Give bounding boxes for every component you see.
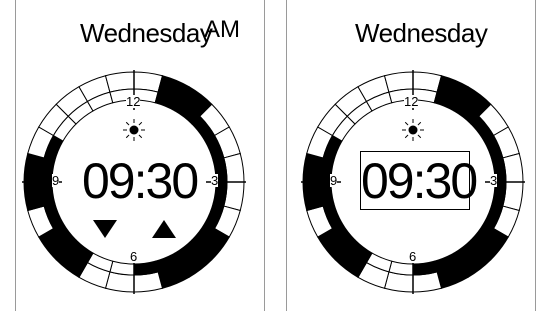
- dial-label-6: 6: [130, 249, 138, 264]
- schedule-panel-right: Wednesday 12 3 6 9 09:30: [286, 0, 536, 311]
- dial-label-9: 9: [330, 173, 338, 188]
- time-display[interactable]: 09:30: [361, 156, 478, 206]
- time-display: 09:30: [82, 153, 199, 209]
- dial-label-12: 12: [126, 94, 141, 109]
- decrement-arrow-icon[interactable]: [93, 220, 117, 238]
- dial-label-9: 9: [52, 173, 60, 188]
- inner-segment-11[interactable]: [412, 260, 438, 276]
- dial-label-3: 3: [490, 173, 498, 188]
- inner-segment-11[interactable]: [133, 260, 159, 276]
- increment-arrow-icon[interactable]: [152, 220, 176, 238]
- dial-label-3: 3: [211, 173, 219, 188]
- dial-label-12: 12: [404, 94, 419, 109]
- sun-icon: [402, 119, 424, 141]
- schedule-panel-left: Wednesday AM 12 3 6 9 09:30: [15, 0, 265, 311]
- sun-icon: [123, 119, 145, 141]
- dial-label-6: 6: [409, 249, 417, 264]
